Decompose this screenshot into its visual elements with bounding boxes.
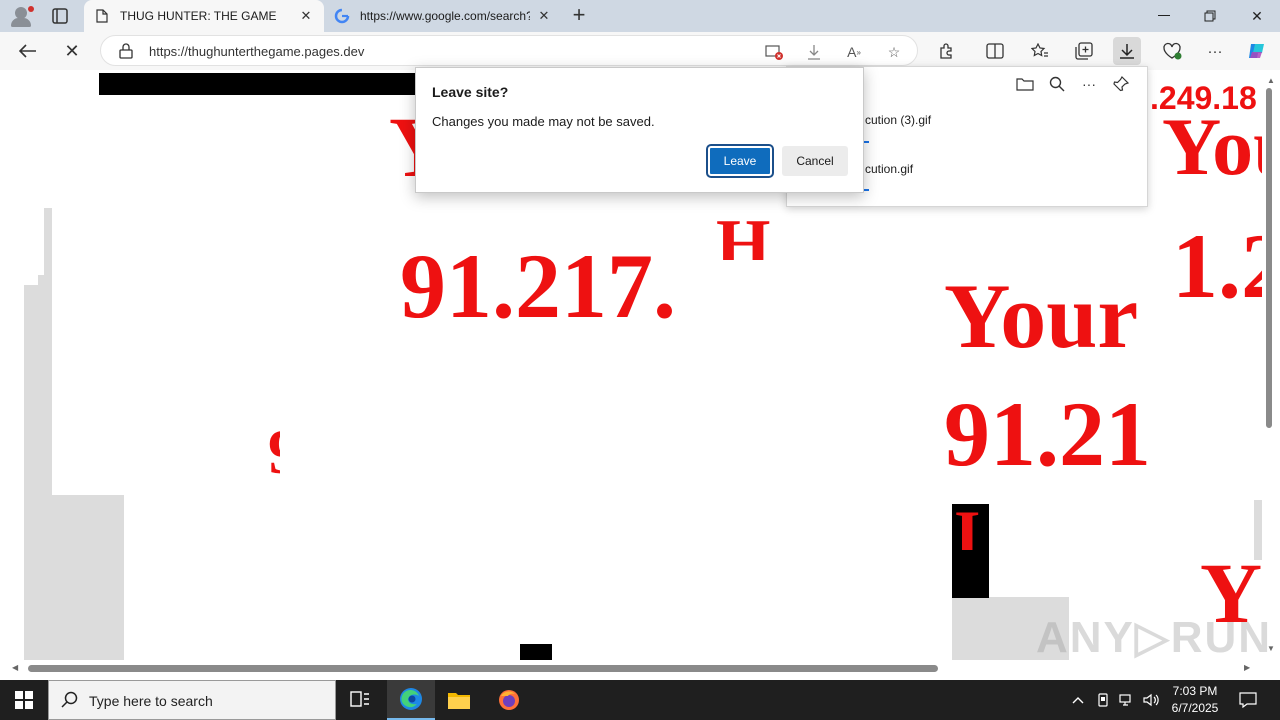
profile-avatar-icon[interactable]	[8, 4, 34, 28]
leave-site-dialog: Leave site? Changes you made may not be …	[415, 67, 864, 193]
download-item[interactable]: cution.gif	[865, 162, 913, 176]
google-icon	[334, 8, 350, 24]
scroll-up-icon[interactable]: ▲	[1267, 76, 1275, 85]
popup-blocked-icon[interactable]	[763, 41, 785, 63]
clock-date: 6/7/2025	[1171, 701, 1219, 715]
gray-block	[1254, 500, 1262, 560]
notifications-icon[interactable]	[1234, 680, 1262, 720]
device-icon[interactable]	[1093, 680, 1113, 720]
new-tab-button[interactable]: +	[566, 4, 592, 28]
vertical-scrollbar[interactable]: ▲ ▼	[1262, 70, 1280, 660]
downloads-icon[interactable]	[1113, 37, 1141, 65]
favorite-star-icon[interactable]: ☆	[883, 41, 905, 63]
red-text: Your	[944, 265, 1139, 367]
red-text: 9	[268, 420, 280, 484]
vertical-scroll-thumb[interactable]	[1266, 88, 1272, 428]
address-bar[interactable]: https://thughunterthegame.pages.dev A» ☆	[100, 35, 918, 66]
red-text: 91.217.	[400, 240, 676, 332]
tab-thug-hunter[interactable]: THUG HUNTER: THE GAME ✕	[84, 0, 324, 32]
tab-actions-icon[interactable]	[48, 6, 72, 26]
black-bar	[99, 73, 419, 95]
copilot-icon[interactable]	[1243, 37, 1271, 65]
red-text: 91.21	[944, 383, 1151, 485]
taskbar: Type here to search 7:03 PM 6/7/2025	[0, 680, 1280, 720]
search-icon[interactable]	[1046, 73, 1068, 95]
page-icon	[94, 8, 110, 24]
pin-icon[interactable]	[1110, 73, 1132, 95]
download-item[interactable]: cution (3).gif	[865, 113, 931, 127]
tab-strip: THUG HUNTER: THE GAME ✕ https://www.goog…	[0, 0, 1280, 32]
extensions-icon[interactable]	[933, 37, 961, 65]
horizontal-scroll-thumb[interactable]	[28, 665, 938, 672]
browser-essentials-icon[interactable]	[1158, 37, 1186, 65]
lock-icon[interactable]	[119, 43, 133, 59]
collections-icon[interactable]	[1070, 37, 1098, 65]
scroll-left-icon[interactable]: ◀	[12, 663, 18, 672]
close-tab-icon[interactable]: ✕	[298, 8, 314, 24]
search-placeholder: Type here to search	[89, 693, 213, 709]
edge-browser-icon[interactable]	[387, 680, 435, 720]
firefox-icon[interactable]	[485, 680, 533, 720]
show-hidden-icons-chevron-icon[interactable]	[1068, 680, 1088, 720]
gray-block	[44, 208, 52, 288]
close-window-icon[interactable]: ✕	[1234, 0, 1280, 32]
scroll-right-icon[interactable]: ▶	[1244, 663, 1250, 672]
clock-time: 7:03 PM	[1172, 684, 1218, 698]
read-aloud-icon[interactable]: A»	[843, 41, 865, 63]
white-block	[52, 208, 124, 495]
white-block	[704, 190, 784, 218]
task-view-icon[interactable]	[336, 680, 384, 720]
taskbar-search[interactable]: Type here to search	[48, 680, 336, 720]
system-clock[interactable]: 7:03 PM 6/7/2025	[1160, 683, 1230, 717]
red-text: 1.2	[1172, 215, 1262, 317]
more-menu-icon[interactable]: ···	[1201, 37, 1229, 65]
open-folder-icon[interactable]	[1014, 73, 1036, 95]
dialog-title: Leave site?	[432, 84, 509, 100]
volume-icon[interactable]	[1140, 680, 1162, 720]
red-text: You	[1162, 101, 1262, 192]
stop-loading-icon[interactable]: ✕	[57, 36, 87, 66]
address-toolbar: ✕ https://thughunterthegame.pages.dev A»…	[0, 32, 1280, 70]
tab-title: https://www.google.com/search?	[360, 9, 530, 23]
red-text: I	[954, 500, 981, 550]
black-square	[520, 644, 552, 660]
white-block	[680, 210, 716, 330]
split-screen-icon[interactable]	[981, 37, 1009, 65]
file-explorer-icon[interactable]	[435, 680, 483, 720]
tab-title: THUG HUNTER: THE GAME	[120, 9, 277, 23]
search-icon	[61, 691, 79, 709]
minimize-icon[interactable]	[1141, 0, 1187, 32]
tab-google-search[interactable]: https://www.google.com/search? ✕	[324, 0, 562, 32]
network-icon[interactable]	[1116, 680, 1138, 720]
favorites-icon[interactable]	[1026, 37, 1054, 65]
restore-icon[interactable]	[1187, 0, 1233, 32]
more-options-icon[interactable]: ···	[1078, 73, 1100, 95]
leave-button[interactable]: Leave	[706, 144, 774, 178]
windows-start-icon[interactable]	[0, 680, 48, 720]
close-tab-icon[interactable]: ✕	[536, 8, 552, 24]
download-icon[interactable]	[803, 41, 825, 63]
back-arrow-icon[interactable]	[13, 36, 43, 66]
watermark-logo: ANY▷RUN	[1036, 613, 1273, 662]
url-text[interactable]: https://thughunterthegame.pages.dev	[149, 44, 364, 59]
dialog-message: Changes you made may not be saved.	[432, 114, 655, 129]
cancel-button[interactable]: Cancel	[782, 146, 848, 176]
